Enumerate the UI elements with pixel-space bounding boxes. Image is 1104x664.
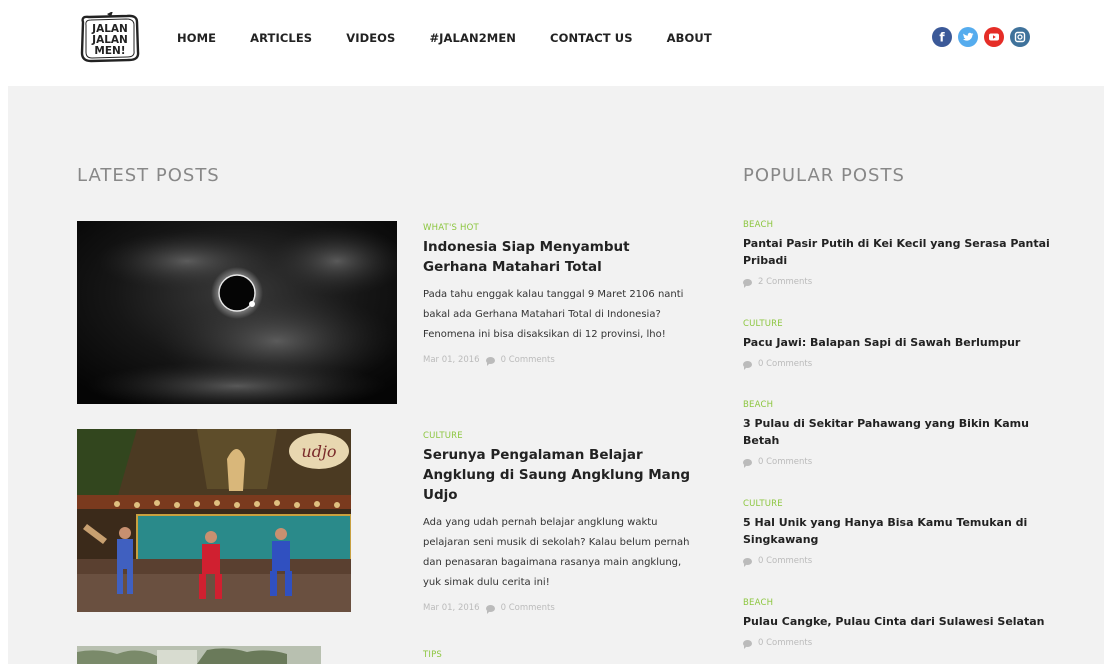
angklung-stage-image: udjo <box>77 429 351 612</box>
post-thumbnail-angklung[interactable]: udjo <box>77 429 351 612</box>
site-header: JALAN JALAN MEN! HOME ARTICLES VIDEOS #J… <box>0 0 1104 86</box>
post-title[interactable]: 3 Pulau di Sekitar Pahawang yang Bikin K… <box>743 415 1053 449</box>
post-meta: 0 Comments <box>743 638 1053 649</box>
svg-text:f: f <box>939 31 945 45</box>
comment-icon <box>743 458 752 468</box>
svg-text:udjo: udjo <box>301 442 336 461</box>
post-category[interactable]: WHAT'S HOT <box>423 223 695 233</box>
post-date: Mar 01, 2016 <box>423 355 480 365</box>
facebook-icon[interactable]: f <box>932 27 952 47</box>
latest-post-1: WHAT'S HOT Indonesia Siap Menyambut Gerh… <box>423 223 695 366</box>
comment-icon <box>743 360 752 370</box>
nav-about[interactable]: ABOUT <box>667 31 712 45</box>
nav-videos[interactable]: VIDEOS <box>346 31 395 45</box>
post-title[interactable]: Indonesia Siap Menyambut Gerhana Matahar… <box>423 237 695 277</box>
comment-icon <box>743 278 752 288</box>
post-meta: 0 Comments <box>743 457 1053 468</box>
site-logo[interactable]: JALAN JALAN MEN! <box>77 11 143 64</box>
main-nav: HOME ARTICLES VIDEOS #JALAN2MEN CONTACT … <box>177 31 712 45</box>
post-category[interactable]: BEACH <box>743 598 1053 608</box>
logo-badge: JALAN JALAN MEN! <box>80 11 140 63</box>
post-category[interactable]: TIPS <box>423 650 695 660</box>
post-category[interactable]: CULTURE <box>743 319 1053 329</box>
popular-post-2: CULTURE Pacu Jawi: Balapan Sapi di Sawah… <box>743 319 1053 370</box>
comment-icon <box>485 604 495 614</box>
comment-icon <box>743 639 752 649</box>
post-meta: Mar 01, 2016 0 Comments <box>423 355 695 366</box>
eclipse-image <box>77 221 397 404</box>
post-title[interactable]: Serunya Pengalaman Belajar Angklung di S… <box>423 445 695 505</box>
post-title[interactable]: 5 Hal Unik yang Hanya Bisa Kamu Temukan … <box>743 514 1053 548</box>
post-title[interactable]: Pacu Jawi: Balapan Sapi di Sawah Berlump… <box>743 334 1053 351</box>
post-title[interactable]: Pulau Cangke, Pulau Cinta dari Sulawesi … <box>743 613 1053 630</box>
nav-contact-us[interactable]: CONTACT US <box>550 31 633 45</box>
post-comments[interactable]: 0 Comments <box>758 457 812 467</box>
post-category[interactable]: CULTURE <box>743 499 1053 509</box>
post-excerpt: Pada tahu enggak kalau tanggal 9 Maret 2… <box>423 289 684 340</box>
nav-articles[interactable]: ARTICLES <box>250 31 312 45</box>
social-links: f <box>932 27 1030 47</box>
popular-post-5: BEACH Pulau Cangke, Pulau Cinta dari Sul… <box>743 598 1053 649</box>
youtube-icon[interactable] <box>984 27 1004 47</box>
latest-post-2: CULTURE Serunya Pengalaman Belajar Angkl… <box>423 431 695 614</box>
popular-post-1: BEACH Pantai Pasir Putih di Kei Kecil ya… <box>743 220 1053 288</box>
post-category[interactable]: BEACH <box>743 400 1053 410</box>
post-comments[interactable]: 0 Comments <box>758 638 812 648</box>
latest-post-3: TIPS <box>423 650 695 660</box>
latest-posts-heading: LATEST POSTS <box>77 165 220 186</box>
post-meta: 0 Comments <box>743 556 1053 567</box>
post-excerpt: Ada yang udah pernah belajar angklung wa… <box>423 517 690 588</box>
post-comments[interactable]: 0 Comments <box>758 359 812 369</box>
post-meta: 0 Comments <box>743 359 1053 370</box>
popular-post-4: CULTURE 5 Hal Unik yang Hanya Bisa Kamu … <box>743 499 1053 567</box>
post-category[interactable]: CULTURE <box>423 431 695 441</box>
post-date: Mar 01, 2016 <box>423 603 480 613</box>
nav-home[interactable]: HOME <box>177 31 216 45</box>
post-title[interactable]: Pantai Pasir Putih di Kei Kecil yang Ser… <box>743 235 1053 269</box>
post-comments[interactable]: 0 Comments <box>501 603 555 613</box>
post-thumbnail-tips[interactable] <box>77 646 321 664</box>
post-category[interactable]: BEACH <box>743 220 1053 230</box>
post-comments[interactable]: 0 Comments <box>758 556 812 566</box>
nav-jalan2men[interactable]: #JALAN2MEN <box>429 31 516 45</box>
popular-post-3: BEACH 3 Pulau di Sekitar Pahawang yang B… <box>743 400 1053 468</box>
instagram-icon[interactable] <box>1010 27 1030 47</box>
comment-icon <box>743 557 752 567</box>
post-meta: 2 Comments <box>743 277 1053 288</box>
post-thumbnail-eclipse[interactable] <box>77 221 397 404</box>
post-comments[interactable]: 0 Comments <box>501 355 555 365</box>
post-comments[interactable]: 2 Comments <box>758 277 812 287</box>
popular-posts-heading: POPULAR POSTS <box>743 165 905 186</box>
logo-line-3: MEN! <box>94 45 125 57</box>
comment-icon <box>485 356 495 366</box>
tips-image <box>77 646 321 664</box>
twitter-icon[interactable] <box>958 27 978 47</box>
post-meta: Mar 01, 2016 0 Comments <box>423 603 695 614</box>
